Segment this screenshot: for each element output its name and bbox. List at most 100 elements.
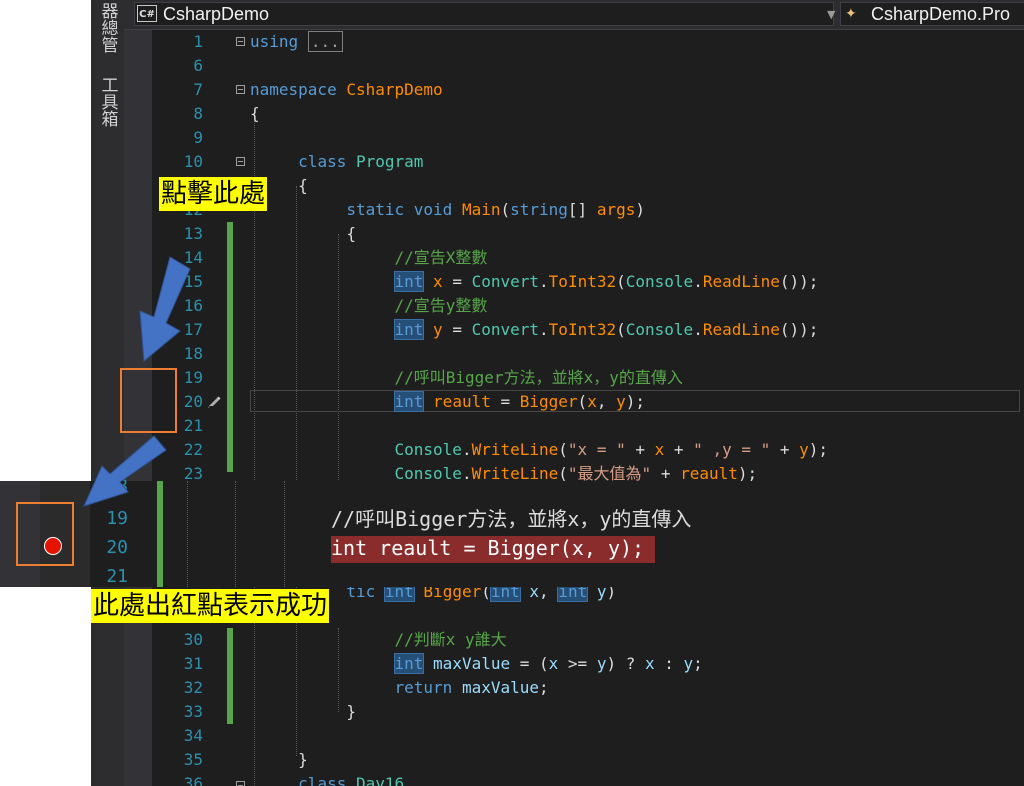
- class-name: Console: [625, 272, 694, 291]
- variable: x: [587, 392, 597, 411]
- variable: x: [654, 440, 665, 459]
- variable: y: [799, 440, 809, 459]
- line-number: 6: [193, 56, 203, 75]
- project-dropdown[interactable]: C# CsharpDemo ▼: [134, 2, 835, 26]
- string-literal: " ,y = ": [693, 440, 771, 459]
- code-line[interactable]: class Program: [250, 150, 423, 174]
- variable: y: [616, 392, 626, 411]
- code-line[interactable]: //宣告X整數: [250, 246, 488, 270]
- class-name: Convert: [471, 320, 540, 339]
- code-line[interactable]: class Day16: [250, 772, 404, 786]
- breakpoint-highlight-box: [16, 502, 74, 566]
- namespace-name: CsharpDemo: [346, 80, 443, 99]
- arrow-icon: [83, 435, 167, 507]
- keyword: int: [393, 653, 425, 674]
- collapse-icon[interactable]: [236, 37, 245, 46]
- breakpoint-code-line[interactable]: int reault = Bigger(x, y);: [331, 534, 644, 562]
- toolbox-tab-label: 工具箱: [97, 76, 118, 127]
- code-line[interactable]: //呼叫Bigger方法，並將x，y的直傳入: [250, 366, 683, 390]
- line-number: 35: [183, 750, 203, 769]
- brace: {: [346, 224, 356, 243]
- keyword: class: [298, 774, 347, 786]
- keyword: static: [346, 200, 405, 219]
- pen-icon: [208, 396, 221, 408]
- parameter: x: [548, 654, 559, 673]
- brace: }: [298, 750, 308, 769]
- keyword: using: [250, 32, 299, 51]
- keyword: int: [393, 391, 425, 412]
- comment: //呼叫Bigger方法，並將x，y的直傳入: [331, 507, 692, 531]
- code-line[interactable]: int maxValue = (x >= y) ? x : y;: [250, 652, 703, 676]
- code-line[interactable]: int reault = Bigger(x, y);: [250, 390, 645, 414]
- indent-guide: [187, 481, 188, 587]
- toolbox-tab[interactable]: 工具箱: [95, 76, 119, 132]
- line-number: 31: [183, 654, 203, 673]
- code-line[interactable]: {: [250, 102, 260, 126]
- code-line[interactable]: //宣告y整數: [250, 294, 488, 318]
- line-number: 34: [183, 726, 203, 745]
- code-line[interactable]: static void Main(string[] args): [250, 198, 645, 222]
- chevron-down-icon[interactable]: ▼: [827, 4, 835, 26]
- indent-guide: [235, 481, 236, 587]
- method-name: ReadLine: [702, 320, 780, 339]
- parameter: x: [644, 654, 655, 673]
- brace: }: [346, 702, 356, 721]
- method-name: ToInt32: [548, 272, 617, 291]
- indent-guide: [284, 481, 285, 587]
- margin-highlight-box: [120, 368, 177, 433]
- line-number: 1: [193, 32, 203, 51]
- line-number: 7: [193, 80, 203, 99]
- code-line[interactable]: {: [250, 222, 356, 246]
- code-line[interactable]: }: [250, 748, 308, 772]
- line-number: 32: [183, 678, 203, 697]
- brace: {: [298, 176, 308, 195]
- keyword: string: [510, 200, 568, 219]
- parameter: y: [596, 654, 607, 673]
- variable: maxValue: [461, 678, 539, 697]
- variable: reault: [433, 392, 491, 411]
- code-line[interactable]: Console.WriteLine("x = " + x + " ,y = " …: [250, 438, 829, 462]
- method-name: Main: [461, 200, 501, 219]
- code-line[interactable]: using ...: [250, 30, 343, 54]
- keyword: class: [298, 152, 347, 171]
- keyword: return: [394, 678, 453, 697]
- keyword: void: [413, 200, 453, 219]
- brace: {: [250, 104, 260, 123]
- collapsed-region[interactable]: ...: [307, 31, 343, 52]
- code-line[interactable]: return maxValue;: [250, 676, 549, 700]
- variable: maxValue: [433, 654, 511, 673]
- parameter: y: [683, 654, 694, 673]
- collapse-icon[interactable]: [236, 157, 245, 166]
- code-line[interactable]: //判斷x y誰大: [250, 628, 507, 652]
- comment: //宣告y整數: [394, 296, 488, 315]
- change-indicator: [227, 222, 233, 472]
- code-line[interactable]: int y = Convert.ToInt32(Console.ReadLine…: [250, 318, 818, 342]
- class-icon: ✦: [845, 6, 857, 22]
- line-number: 8: [193, 104, 203, 123]
- code-line[interactable]: int x = Convert.ToInt32(Console.ReadLine…: [250, 270, 818, 294]
- method-name: WriteLine: [471, 440, 559, 459]
- parameter: args: [596, 200, 636, 219]
- solution-explorer-tab[interactable]: 器總管: [95, 2, 119, 58]
- comment: //判斷x y誰大: [394, 630, 507, 649]
- comment: //呼叫Bigger方法，並將x，y的直傳入: [394, 368, 683, 387]
- keyword: namespace: [250, 80, 337, 99]
- line-number: 9: [193, 128, 203, 147]
- class-name: Day16: [355, 774, 405, 786]
- class-name: Console: [625, 320, 694, 339]
- collapse-icon[interactable]: [236, 781, 245, 786]
- code-line[interactable]: namespace CsharpDemo: [250, 78, 443, 102]
- type-name: CsharpDemo.Pro: [871, 4, 1011, 24]
- line-number: 30: [183, 630, 203, 649]
- arrow-icon: [139, 256, 191, 363]
- navigation-bar: C# CsharpDemo ▼ ✦ CsharpDemo.Pro: [124, 0, 1024, 30]
- code-line[interactable]: }: [250, 700, 356, 724]
- variable: x: [433, 272, 443, 291]
- code-editor[interactable]: 1 6 7 8 9 10 12 13 14 15 16 17 18 19 20 …: [124, 30, 1024, 786]
- line-number: 10: [183, 152, 203, 171]
- type-dropdown[interactable]: ✦ CsharpDemo.Pro: [840, 2, 1024, 26]
- comment: //宣告X整數: [394, 248, 488, 267]
- collapse-icon[interactable]: [236, 85, 245, 94]
- line-number: 21: [106, 566, 128, 587]
- project-name: CsharpDemo: [163, 4, 270, 24]
